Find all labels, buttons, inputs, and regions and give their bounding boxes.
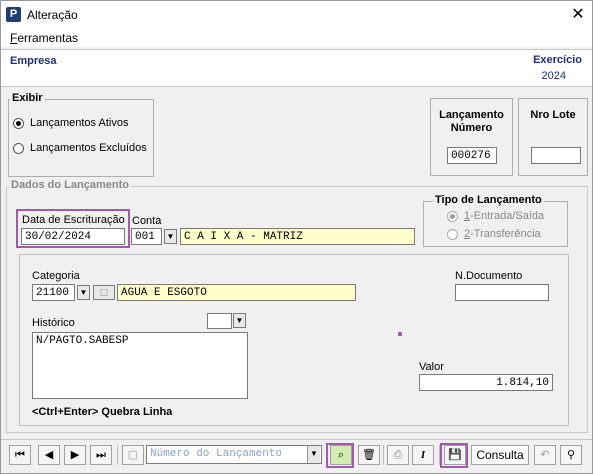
title-bar: P Alteração ✕ — [1, 1, 592, 29]
save-highlight-box — [440, 443, 468, 468]
historico-label: Histórico — [32, 317, 75, 329]
alteracao-window: P Alteração ✕ Ferramentas Empresa Exercí… — [0, 0, 593, 474]
lancamento-numero-field[interactable]: 000276 — [447, 147, 497, 164]
close-icon[interactable]: ✕ — [567, 4, 589, 26]
valor-label: Valor — [419, 361, 444, 373]
ndocumento-field[interactable] — [455, 284, 549, 301]
binoculars-icon[interactable]: ⚲ — [560, 445, 582, 465]
conta-label: Conta — [132, 215, 162, 227]
radio-entrada-saida-indicator[interactable] — [447, 210, 458, 222]
italic-icon[interactable]: I — [412, 445, 434, 465]
quebra-linha-hint: <Ctrl+Enter> Quebra Linha — [32, 406, 173, 418]
radio-ativos-label: Lançamentos Ativos — [30, 117, 129, 129]
valor-field[interactable]: 1.814,10 — [419, 374, 553, 391]
radio-entrada-saida[interactable]: 1-Entrada/Saída — [447, 210, 544, 222]
highlight-dot — [398, 332, 402, 336]
toolbar-separator — [383, 445, 384, 465]
company-header: Empresa Exercício 2024 — [1, 49, 592, 87]
ndocumento-label: N.Documento — [455, 270, 523, 282]
data-highlight-box — [16, 209, 130, 248]
app-icon: P — [6, 7, 21, 22]
consulta-button[interactable]: Consulta — [471, 445, 529, 465]
conta-dropdown-icon[interactable]: ▼ — [164, 229, 177, 244]
categoria-desc-field: AGUA E ESGOTO — [117, 284, 356, 301]
categoria-code-field[interactable]: 21100 — [32, 284, 75, 301]
categoria-dropdown-icon[interactable]: ▼ — [77, 285, 90, 300]
menu-bar: Ferramentas — [1, 29, 592, 47]
categoria-label: Categoria — [32, 270, 80, 282]
new-document-icon[interactable]: ▢ — [122, 445, 144, 465]
navigation-toolbar: ⏮ ◀ ▶ ⏭ ▢ Número do Lançamento ▼ ⌕ 🗑 ⎙ I… — [1, 439, 592, 469]
lancamento-search-combo[interactable]: Número do Lançamento — [146, 445, 322, 464]
tipo-lancamento-group — [423, 201, 568, 247]
dados-lancamento-label: Dados do Lançamento — [9, 179, 131, 191]
undo-icon[interactable]: ↶ — [534, 445, 556, 465]
exercicio-label: Exercício — [533, 54, 582, 66]
radio-excluidos-indicator[interactable] — [13, 142, 24, 154]
window-title: Alteração — [27, 8, 78, 22]
search-highlight-box — [326, 443, 354, 468]
tipo-lancamento-label: Tipo de Lançamento — [433, 194, 544, 206]
conta-code-field[interactable]: 001 — [131, 228, 162, 245]
exibir-label: Exibir — [10, 92, 45, 104]
radio-transferencia-text: -Transferência — [470, 228, 541, 240]
historico-textarea[interactable]: N/PAGTO.SABESP — [32, 332, 248, 399]
print-icon[interactable]: ⎙ — [387, 445, 409, 465]
radio-transferencia[interactable]: 2-Transferência — [447, 228, 541, 240]
search-combo-arrow-icon[interactable]: ▼ — [307, 446, 320, 463]
lancamento-numero-label: Lançamento Número — [430, 109, 513, 135]
menu-ferramentas-label: erramentas — [17, 31, 79, 45]
toolbar-separator — [117, 445, 118, 465]
exercicio-value: 2024 — [541, 70, 566, 82]
lancamento-label-line1: Lançamento — [439, 109, 504, 121]
delete-trash-icon[interactable]: 🗑 — [358, 445, 380, 465]
radio-ativos-indicator[interactable] — [13, 117, 24, 129]
historico-selector-field[interactable] — [207, 313, 232, 329]
previous-record-icon[interactable]: ◀ — [38, 445, 60, 465]
radio-entrada-saida-text: -Entrada/Saída — [470, 210, 545, 222]
historico-dropdown-icon[interactable]: ▼ — [233, 313, 246, 328]
lancamento-label-line2: Número — [450, 122, 493, 134]
nro-lote-field[interactable] — [531, 147, 581, 164]
next-record-icon[interactable]: ▶ — [64, 445, 86, 465]
last-record-icon[interactable]: ⏭ — [90, 445, 112, 465]
categoria-lookup-icon[interactable]: ☐ — [93, 285, 115, 300]
radio-entrada-saida-label: 1-Entrada/Saída — [464, 210, 544, 222]
conta-desc-field: C A I X A - MATRIZ — [180, 228, 415, 245]
radio-lancamentos-ativos[interactable]: Lançamentos Ativos — [13, 117, 128, 129]
menu-ferramentas[interactable]: Ferramentas — [10, 31, 78, 45]
radio-transferencia-indicator[interactable] — [447, 228, 458, 240]
radio-transferencia-label: 2-Transferência — [464, 228, 541, 240]
first-record-icon[interactable]: ⏮ — [9, 445, 31, 465]
radio-excluidos-label: Lançamentos Excluídos — [30, 142, 147, 154]
exibir-group — [8, 99, 154, 177]
radio-lancamentos-excluidos[interactable]: Lançamentos Excluídos — [13, 142, 147, 154]
nro-lote-label: Nro Lote — [530, 109, 576, 121]
empresa-label: Empresa — [10, 55, 57, 67]
